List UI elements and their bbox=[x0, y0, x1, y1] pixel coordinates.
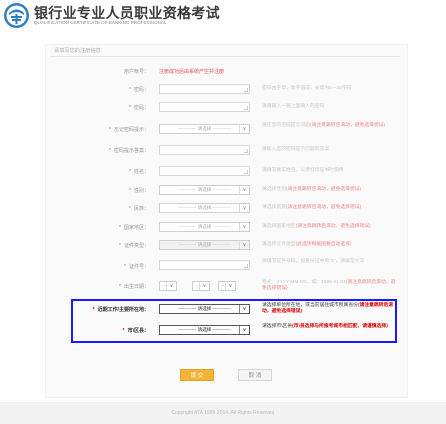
city-district-select[interactable]: ------------ 请选择 ------------ ∨ bbox=[159, 325, 250, 335]
country-select[interactable]: ------------ 请选择 ------------ ∨ bbox=[159, 222, 250, 232]
password-confirm-label: * 密码： bbox=[129, 105, 149, 111]
id-number-hint: 请填写证件号码，如身份证中有“X”，请填写大写 bbox=[262, 259, 365, 264]
birth-day-select[interactable]: -- ∨ bbox=[218, 281, 236, 291]
work-location-select[interactable]: ------------ 请选择 ------------ ∨ bbox=[159, 304, 250, 314]
cancel-button[interactable]: 取 消 bbox=[238, 369, 272, 381]
gender-label: * 性别： bbox=[129, 188, 149, 194]
logo-icon bbox=[4, 3, 29, 28]
work-location-label: * 近期工作/主要所在地： bbox=[92, 307, 149, 313]
user-account-value: 注册成功后由系统产生并注册 bbox=[159, 69, 225, 75]
id-type-label: * 证件类型： bbox=[119, 243, 149, 249]
password-hint: 密码由字母，数字组成，长度为8～20字符 bbox=[262, 86, 352, 91]
birth-month-select[interactable]: -- ∨ bbox=[192, 281, 210, 291]
city-district-hint: 请选择市\区县(市\县选择与所报考城市相匹配，请谨慎选择) bbox=[262, 324, 388, 329]
chevron-down-icon: ∨ bbox=[239, 305, 249, 313]
birth-year-select[interactable]: ---- ∨ bbox=[159, 281, 177, 291]
name-input[interactable] bbox=[159, 166, 250, 176]
chevron-down-icon: ∨ bbox=[239, 204, 249, 212]
id-type-hint: 请选择证件类型(此选项根据国籍自动选择) bbox=[262, 242, 352, 247]
password-question-select[interactable]: ------------ 请选择 ------------ ∨ bbox=[159, 124, 250, 134]
password-confirm-hint: 请再输入一遍上面输入的密码 bbox=[262, 104, 325, 109]
password-input[interactable] bbox=[159, 84, 250, 94]
password-answer-input[interactable] bbox=[159, 145, 250, 155]
submit-button[interactable]: 提 交 bbox=[180, 369, 214, 381]
id-number-input[interactable] bbox=[159, 260, 250, 270]
country-label: * 国家地区： bbox=[119, 225, 149, 231]
password-answer-hint: 请输入您的密码提示问题的答案 bbox=[262, 147, 330, 152]
chevron-down-icon: ∨ bbox=[239, 223, 249, 231]
copyright-text: Copyright ATA 1999-2014. All Rights Rese… bbox=[171, 410, 275, 416]
site-subtitle: QUALIFICATION CERTIFICATE OF BANKING PRO… bbox=[34, 20, 167, 25]
id-number-label: * 证件号： bbox=[124, 264, 149, 270]
chevron-down-icon: ∨ bbox=[239, 186, 249, 194]
country-hint: 请选择国家地区(请注意跳转后滚动，避免选择错误) bbox=[262, 224, 371, 229]
chevron-down-icon: ∨ bbox=[199, 282, 209, 290]
id-type-select[interactable]: ------------ 请选择 ------------ ∨ bbox=[159, 240, 250, 250]
birth-date-label: * 出生日期： bbox=[119, 284, 149, 290]
section-divider bbox=[50, 56, 400, 57]
name-hint: 请填写真实姓名，以便打印证书时使用 bbox=[262, 168, 344, 173]
gender-select[interactable]: ------------ 请选择 ------------ ∨ bbox=[159, 185, 250, 195]
birth-date-hint: 格式：YYYY-MM-DD，如：1985-01-01(请注意跳转后滚动，避免选择… bbox=[262, 280, 396, 291]
section-title: 请填写您的注册信息 bbox=[54, 48, 101, 54]
name-label: * 姓名： bbox=[129, 169, 149, 175]
password-question-hint: 请在您的密码提示问题(请注意跳转后滚动，避免选择错误) bbox=[262, 123, 386, 128]
chevron-down-icon: ∨ bbox=[166, 282, 176, 290]
registration-panel bbox=[45, 44, 408, 398]
password-answer-label: * 密码提示答案： bbox=[109, 148, 149, 154]
ethnicity-hint: 请选择民族(请注意跳转后滚动，避免选择错误) bbox=[262, 205, 362, 210]
chevron-down-icon: ∨ bbox=[239, 326, 249, 334]
chevron-down-icon: ∨ bbox=[239, 125, 249, 133]
password-label: * 密码： bbox=[129, 87, 149, 93]
password-confirm-input[interactable] bbox=[159, 102, 250, 112]
gender-hint: 请选择性别(请注意跳转后滚动，避免选择错误) bbox=[262, 187, 362, 192]
footer: Copyright ATA 1999-2014. All Rights Rese… bbox=[0, 402, 446, 424]
user-account-label: 用户帐号： bbox=[123, 69, 149, 75]
header: 银行业专业人员职业资格考试 QUALIFICATION CERTIFICATE … bbox=[0, 0, 446, 32]
chevron-down-icon: ∨ bbox=[239, 241, 249, 249]
ethnicity-label: * 民族： bbox=[129, 206, 149, 212]
city-district-label: * 市\区县： bbox=[122, 328, 149, 334]
password-question-label: * 忘记密码提示： bbox=[109, 127, 149, 133]
ethnicity-select[interactable]: ------------ 请选择 ------------ ∨ bbox=[159, 203, 250, 213]
chevron-down-icon: ∨ bbox=[225, 282, 235, 290]
work-location-hint: 请选择单位所在地，或当前居住城市所属省份(请注意跳转后滚动，避免选择错误) bbox=[262, 303, 394, 314]
